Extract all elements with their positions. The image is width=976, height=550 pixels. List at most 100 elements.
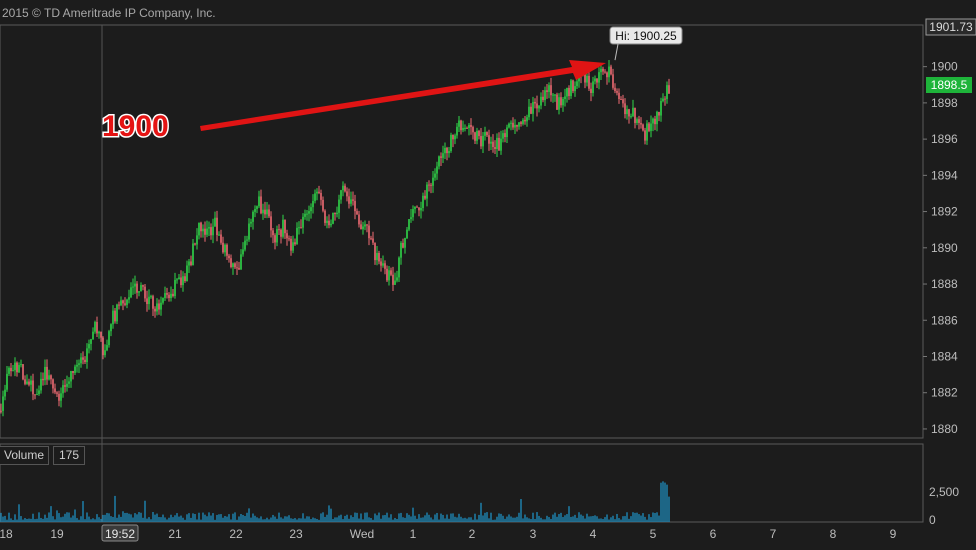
candle-body [72,370,74,373]
candle-body [442,153,444,158]
volume-tick-label: 0 [929,513,936,527]
price-tick-label: 1880 [931,422,958,436]
candle-body [592,81,594,94]
volume-bar [364,512,366,522]
volume-bar [484,512,486,522]
volume-bar [570,516,572,522]
time-tick-label: 9 [890,527,897,541]
candle-body [390,270,392,275]
candle-body [408,219,410,230]
candle-body [488,135,490,144]
candle-body [34,394,36,396]
volume-bar [506,516,508,522]
volume-bar [652,512,654,522]
candle-body [82,357,84,360]
candle-body [540,96,542,106]
candle-body [266,209,268,215]
candle-body [180,277,182,286]
candle-body [196,235,198,245]
volume-bar [102,514,104,522]
volume-bar [380,518,382,522]
candle-body [406,229,408,239]
candle-body [478,130,480,137]
candle-body [308,211,310,214]
volume-bar [260,516,262,522]
candle-body [452,134,454,140]
candle-body [460,120,462,131]
volume-bar [106,512,108,522]
candle-body [152,296,154,309]
candle-body [46,366,48,380]
volume-bar [560,512,562,522]
candle-body [124,303,126,305]
volume-bar [440,513,442,522]
volume-bar [168,517,170,522]
volume-bar [474,513,476,522]
volume-bar [28,518,30,522]
volume-bar [114,495,116,522]
candle-body [156,303,158,312]
volume-bar [176,513,178,522]
volume-bar [174,515,176,522]
volume-bar [88,516,90,522]
volume-bar [426,512,428,522]
candle-body [500,138,502,151]
candle-body [210,227,212,236]
volume-bar [62,516,64,522]
volume-bar [518,512,520,522]
volume-bar [186,514,188,522]
price-tick-label: 1894 [931,168,958,182]
copyright-text: 2015 © TD Ameritrade IP Company, Inc. [2,6,216,20]
volume-tick-label: 2,500 [929,485,959,499]
volume-bar [250,517,252,522]
price-chart[interactable]: 1880188218841886188818901892189418961898… [0,0,976,545]
volume-bar [434,514,436,522]
candle-body [120,300,122,306]
volume-bar [402,517,404,522]
candle-body [270,216,272,231]
volume-bar [388,517,390,522]
volume-bar [372,519,374,522]
volume-bar [638,514,640,522]
volume-bar [38,512,40,522]
candle-body [14,362,16,371]
candle-body [648,123,650,131]
price-tick-label: 1892 [931,205,958,219]
candle-body [32,380,34,395]
candle-body [486,132,488,136]
volume-bar [404,517,406,522]
candle-body [536,103,538,109]
volume-bar [70,517,72,522]
volume-bar [464,517,466,522]
candle-body [246,239,248,241]
candle-body [662,98,664,102]
volume-bar [220,514,222,522]
candle-body [126,299,128,305]
candle-body [264,209,266,215]
candle-body [604,71,606,73]
volume-bar [444,518,446,522]
volume-bar [52,516,54,522]
volume-bar [244,516,246,522]
volume-bar [54,519,56,522]
candle-body [40,378,42,391]
volume-bar [634,512,636,522]
volume-bar [100,518,102,522]
candle-body [346,191,348,197]
candle-body [596,78,598,83]
volume-bar [550,518,552,522]
candle-body [110,324,112,332]
volume-bar [596,516,598,522]
volume-bar [156,513,158,522]
candle-body [274,235,276,243]
candle-body [326,220,328,223]
volume-bar [190,517,192,522]
candle-body [388,270,390,281]
candle-body [114,310,116,322]
candle-body [0,410,2,412]
volume-bar [508,514,510,522]
volume-bar [314,518,316,522]
volume-bar [378,512,380,522]
candle-body [66,383,68,387]
candle-body [284,219,286,234]
